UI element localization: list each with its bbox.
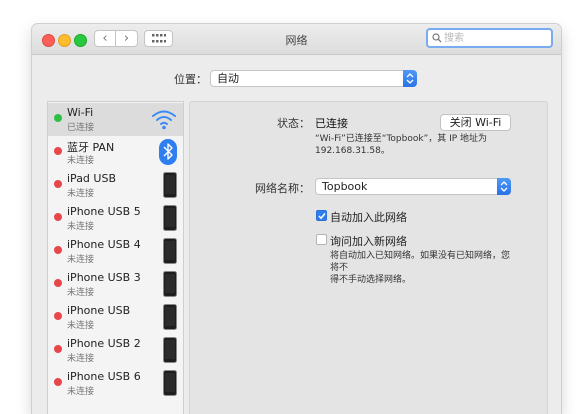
iphone-icon [163,304,177,330]
service-status: 未连接 [67,189,95,199]
iphone-icon [163,271,177,297]
ask-join-label[interactable]: 询问加入新网络 [330,233,407,249]
sidebar-item-iphone-usb-2[interactable]: iPhone USB 2 未连接 [48,334,183,367]
network-name-value: Topbook [322,180,368,193]
service-status: 未连接 [67,156,95,166]
updown-arrows-icon [497,178,511,195]
search-field[interactable] [426,28,553,48]
network-name-popup[interactable]: Topbook [315,178,511,195]
service-status: 未连接 [67,321,95,331]
note-line: 得不手动选择网络。 [330,275,412,285]
iphone-icon [163,205,177,231]
service-list: Wi-Fi 已连接 蓝牙 PAN 未连接 iPad USB 未连接 iPhone… [47,101,184,414]
service-status: 未连接 [67,222,95,232]
service-name: iPad USB [67,172,116,185]
ask-join-note: 将自动加入已知网络。如果没有已知网络，您将不 得不手动选择网络。 [330,250,516,286]
service-status: 未连接 [67,354,95,364]
title-bar: ‹ › 网络 [32,24,561,55]
status-dot [54,180,62,188]
status-value: 已连接 [315,117,348,130]
note-line: 将自动加入已知网络。如果没有已知网络，您将不 [330,251,511,273]
sidebar-item-iphone-usb[interactable]: iPhone USB 未连接 [48,301,183,334]
auto-join-label[interactable]: 自动加入此网络 [330,209,407,225]
sidebar-item-ipad-usb[interactable]: iPad USB 未连接 [48,169,183,202]
status-dot [54,279,62,287]
iphone-icon [163,238,177,264]
network-preferences-window: ‹ › 网络 位置： 自动 [32,24,561,414]
status-dot [54,114,62,122]
turn-off-wifi-button[interactable]: 关闭 Wi-Fi [440,114,511,131]
auto-join-checkbox[interactable] [316,210,327,221]
location-label: 位置： [174,73,207,86]
checkmark-icon [318,213,326,220]
service-status: 未连接 [67,255,95,265]
status-dot [54,378,62,386]
status-dot [54,147,62,155]
service-status: 未连接 [67,387,95,397]
search-input[interactable] [444,31,544,45]
location-value: 自动 [217,72,239,85]
service-status: 已连接 [67,123,95,133]
sidebar-item-wifi[interactable]: Wi-Fi 已连接 [48,103,183,136]
status-description: “Wi-Fi”已连接至“Topbook”，其 IP 地址为 192.168.31… [315,133,515,157]
service-name: iPhone USB 3 [67,271,141,284]
status-dot [54,312,62,320]
status-label: 状态： [277,117,310,130]
sidebar-item-iphone-usb-4[interactable]: iPhone USB 4 未连接 [48,235,183,268]
sidebar-item-bluetooth-pan[interactable]: 蓝牙 PAN 未连接 [48,136,183,169]
service-name: iPhone USB 6 [67,370,141,383]
status-dot [54,246,62,254]
service-status: 未连接 [67,288,95,298]
search-icon [432,33,442,43]
service-name: iPhone USB 5 [67,205,141,218]
iphone-icon [163,370,177,396]
status-description-line: “Wi-Fi”已连接至“Topbook”，其 IP 地址为 [315,134,488,144]
service-name: iPhone USB 2 [67,337,141,350]
status-description-line: 192.168.31.58。 [315,146,390,156]
bluetooth-icon [159,139,177,165]
service-name: iPhone USB [67,304,131,317]
ask-join-checkbox[interactable] [316,234,327,245]
iphone-icon [163,172,177,198]
wifi-icon [152,110,176,130]
service-name: iPhone USB 4 [67,238,141,251]
updown-arrows-icon [403,70,417,87]
sidebar-item-iphone-usb-6[interactable]: iPhone USB 6 未连接 [48,367,183,400]
location-popup[interactable]: 自动 [210,70,417,87]
status-dot [54,345,62,353]
sidebar-item-iphone-usb-5[interactable]: iPhone USB 5 未连接 [48,202,183,235]
service-name: Wi-Fi [67,106,94,119]
status-dot [54,213,62,221]
sidebar-item-iphone-usb-3[interactable]: iPhone USB 3 未连接 [48,268,183,301]
iphone-icon [163,337,177,363]
network-name-label: 网络名称： [255,182,310,195]
